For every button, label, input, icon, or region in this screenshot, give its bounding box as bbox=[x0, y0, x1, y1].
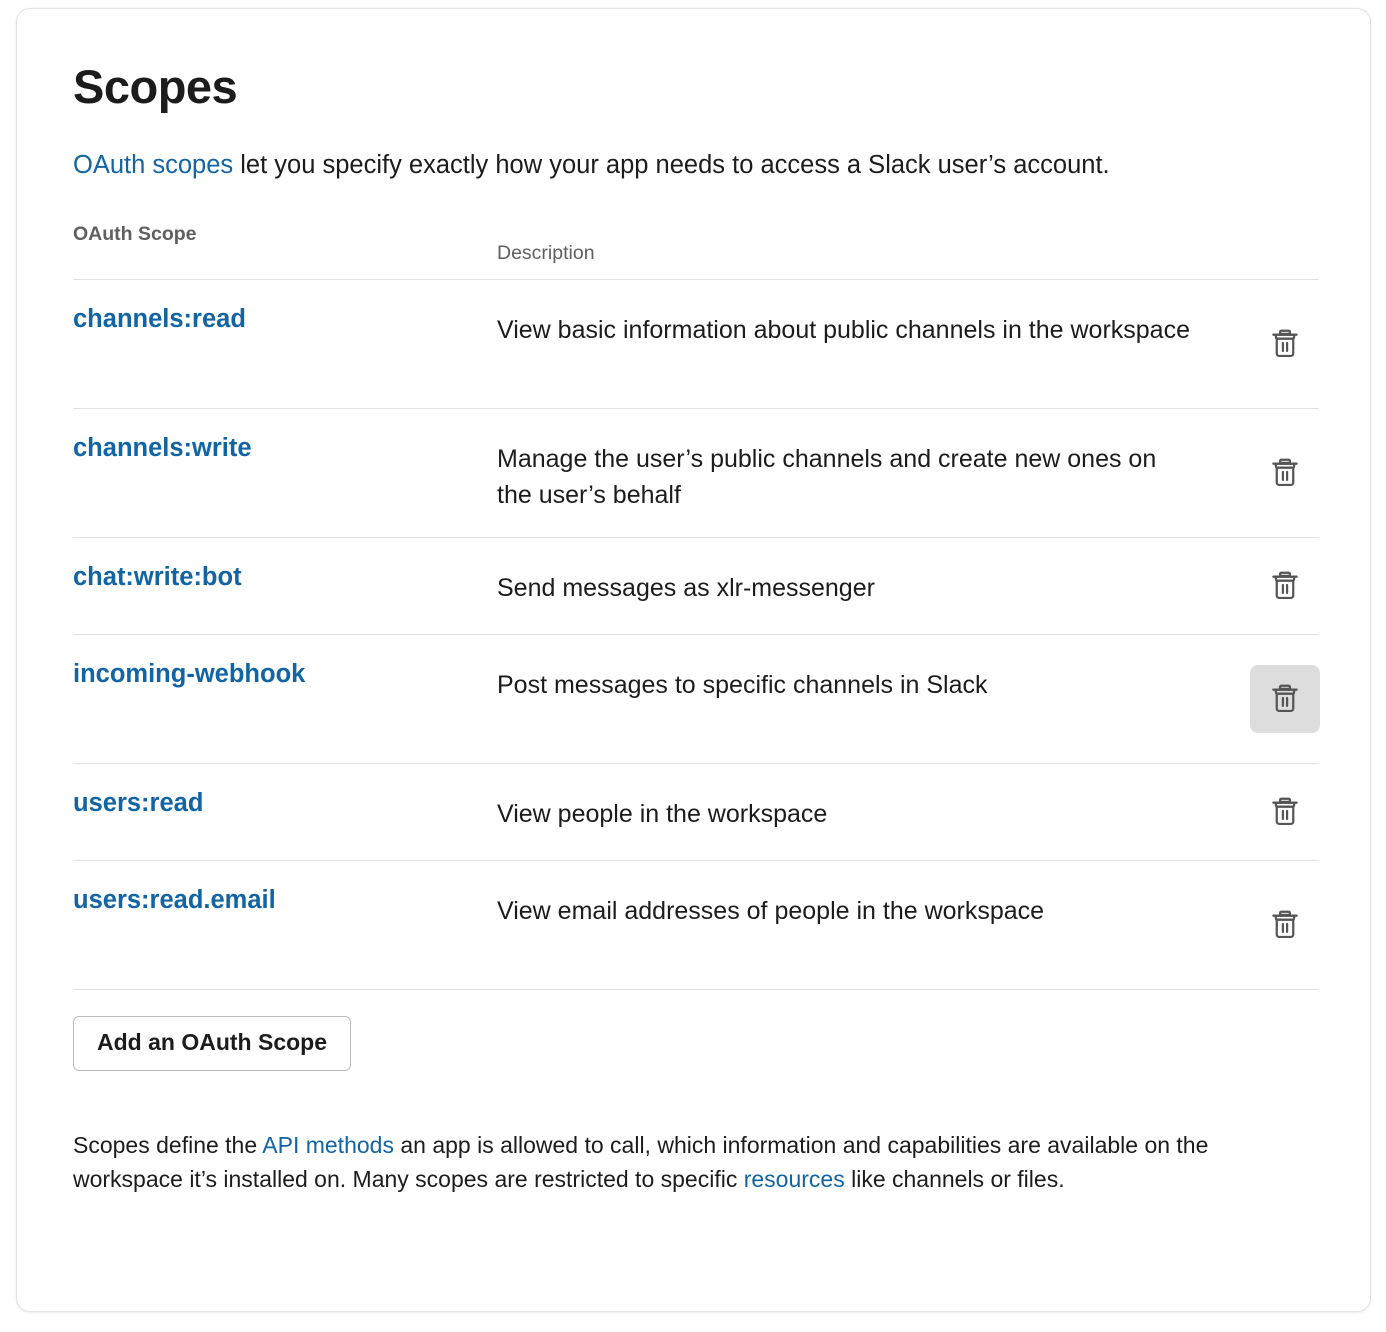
delete-scope-button[interactable] bbox=[1250, 778, 1320, 846]
table-row: users:read.email View email addresses of … bbox=[73, 861, 1319, 989]
scope-actions bbox=[1249, 635, 1321, 763]
scope-link[interactable]: incoming-webhook bbox=[73, 657, 497, 691]
table-row: channels:write Manage the user’s public c… bbox=[73, 409, 1319, 537]
intro-paragraph: OAuth scopes let you specify exactly how… bbox=[73, 147, 1233, 183]
scope-actions bbox=[1249, 764, 1321, 860]
trash-icon bbox=[1270, 570, 1300, 602]
delete-scope-button[interactable] bbox=[1250, 552, 1320, 620]
scopes-page: Scopes OAuth scopes let you specify exac… bbox=[0, 0, 1386, 1332]
intro-text: let you specify exactly how your app nee… bbox=[233, 150, 1110, 179]
scope-link[interactable]: users:read.email bbox=[73, 883, 497, 917]
row-divider bbox=[73, 988, 1319, 990]
scopes-card-content: Scopes OAuth scopes let you specify exac… bbox=[73, 61, 1330, 1219]
scope-description: View email addresses of people in the wo… bbox=[497, 896, 1045, 925]
scope-link[interactable]: chat:write:bot bbox=[73, 560, 497, 594]
add-scope-row: Add an OAuth Scope bbox=[73, 1015, 1319, 1072]
scope-actions bbox=[1249, 409, 1321, 537]
scope-description: Manage the user’s public channels and cr… bbox=[497, 444, 1157, 510]
scope-description: View basic information about public chan… bbox=[497, 315, 1190, 344]
oauth-scopes-link[interactable]: OAuth scopes bbox=[73, 151, 233, 179]
scope-link[interactable]: channels:read bbox=[73, 302, 497, 336]
table-row: channels:read View basic information abou… bbox=[73, 280, 1319, 408]
trash-icon bbox=[1270, 796, 1300, 828]
trash-icon bbox=[1270, 457, 1300, 489]
scope-link[interactable]: users:read bbox=[73, 786, 497, 820]
delete-scope-button[interactable] bbox=[1250, 310, 1320, 378]
scope-description: View people in the workspace bbox=[497, 799, 828, 828]
scope-actions bbox=[1249, 861, 1321, 989]
trash-icon bbox=[1270, 683, 1300, 715]
api-methods-link[interactable]: API methods bbox=[262, 1132, 394, 1158]
resources-link[interactable]: resources bbox=[744, 1166, 845, 1192]
trash-icon bbox=[1270, 328, 1300, 360]
column-header-description: Description bbox=[497, 241, 595, 264]
scopes-table: OAuth Scope Description channels:read Vie… bbox=[73, 223, 1321, 1072]
scope-actions bbox=[1249, 538, 1321, 634]
add-oauth-scope-button[interactable]: Add an OAuth Scope bbox=[73, 1015, 351, 1072]
table-header-row: OAuth Scope Description bbox=[73, 223, 1319, 279]
delete-scope-button[interactable] bbox=[1250, 664, 1320, 733]
delete-scope-button[interactable] bbox=[1250, 439, 1320, 507]
scope-description: Post messages to specific channels in Sl… bbox=[497, 670, 988, 699]
footnote: Scopes define the API methods an app is … bbox=[73, 1129, 1323, 1196]
delete-scope-button[interactable] bbox=[1250, 891, 1320, 959]
table-row: chat:write:bot Send messages as xlr-messe… bbox=[73, 538, 1319, 634]
table-row: users:read View people in the workspace bbox=[73, 764, 1319, 860]
scope-description: Send messages as xlr-messenger bbox=[497, 573, 875, 602]
scope-link[interactable]: channels:write bbox=[73, 431, 497, 465]
page-title: Scopes bbox=[73, 60, 238, 113]
column-header-scope: OAuth Scope bbox=[73, 222, 197, 245]
trash-icon bbox=[1270, 909, 1300, 941]
scopes-card: Scopes OAuth scopes let you specify exac… bbox=[16, 8, 1371, 1312]
scope-actions bbox=[1249, 280, 1321, 408]
table-body: channels:read View basic information abou… bbox=[73, 280, 1321, 990]
footnote-part-1: Scopes define the bbox=[73, 1132, 263, 1159]
table-row: incoming-webhook Post messages to specifi… bbox=[73, 635, 1321, 763]
footnote-part-3: like channels or files. bbox=[844, 1165, 1065, 1192]
